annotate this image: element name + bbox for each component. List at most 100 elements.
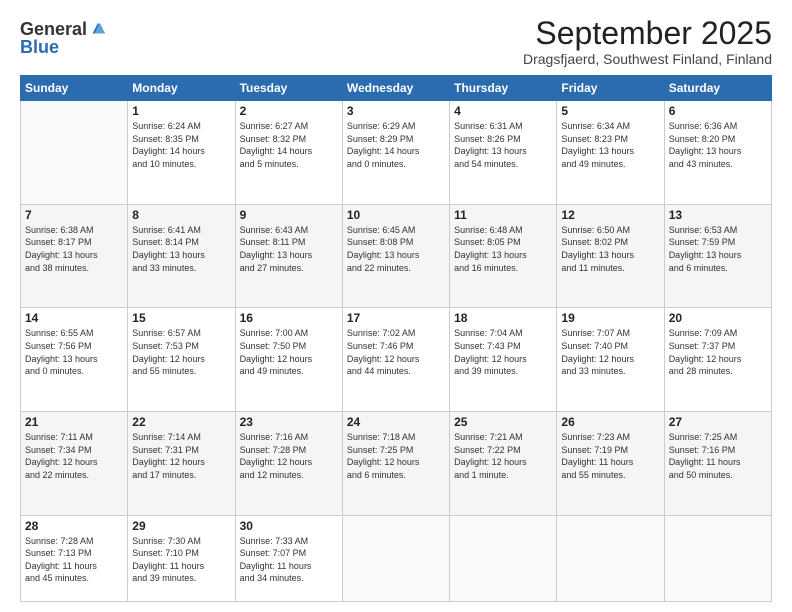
day-number: 3 [347, 104, 445, 118]
table-row [21, 101, 128, 205]
day-info: Sunrise: 7:00 AM Sunset: 7:50 PM Dayligh… [240, 327, 338, 377]
day-number: 29 [132, 519, 230, 533]
day-info: Sunrise: 6:43 AM Sunset: 8:11 PM Dayligh… [240, 224, 338, 274]
day-number: 25 [454, 415, 552, 429]
table-row: 23 Sunrise: 7:16 AM Sunset: 7:28 PM Dayli… [235, 411, 342, 515]
header-tuesday: Tuesday [235, 76, 342, 101]
day-number: 7 [25, 208, 123, 222]
table-row: 30Sunrise: 7:33 AM Sunset: 7:07 PM Dayli… [235, 515, 342, 601]
day-info: Sunrise: 6:57 AM Sunset: 7:53 PM Dayligh… [132, 327, 230, 377]
logo-general-text: General [20, 20, 87, 38]
day-info: Sunrise: 6:38 AM Sunset: 8:17 PM Dayligh… [25, 224, 123, 274]
day-info: Sunrise: 7:02 AM Sunset: 7:46 PM Dayligh… [347, 327, 445, 377]
table-row: 19 Sunrise: 7:07 AM Sunset: 7:40 PM Dayli… [557, 308, 664, 412]
logo-icon [89, 20, 107, 38]
table-row: 21 Sunrise: 7:11 AM Sunset: 7:34 PM Dayli… [21, 411, 128, 515]
day-number: 16 [240, 311, 338, 325]
location: Dragsfjaerd, Southwest Finland, Finland [523, 51, 772, 67]
table-row: 2 Sunrise: 6:27 AM Sunset: 8:32 PM Daylig… [235, 101, 342, 205]
day-number: 2 [240, 104, 338, 118]
table-row: 14Sunrise: 6:55 AM Sunset: 7:56 PM Dayli… [21, 308, 128, 412]
day-number: 5 [561, 104, 659, 118]
table-row: 26 Sunrise: 7:23 AM Sunset: 7:19 PM Dayli… [557, 411, 664, 515]
day-number: 9 [240, 208, 338, 222]
day-number: 17 [347, 311, 445, 325]
day-info: Sunrise: 6:27 AM Sunset: 8:32 PM Dayligh… [240, 120, 338, 170]
day-info: Sunrise: 7:11 AM Sunset: 7:34 PM Dayligh… [25, 431, 123, 481]
calendar-week-row: 21 Sunrise: 7:11 AM Sunset: 7:34 PM Dayli… [21, 411, 772, 515]
header-sunday: Sunday [21, 76, 128, 101]
day-info: Sunrise: 7:07 AM Sunset: 7:40 PM Dayligh… [561, 327, 659, 377]
day-number: 24 [347, 415, 445, 429]
table-row: 3 Sunrise: 6:29 AM Sunset: 8:29 PM Daylig… [342, 101, 449, 205]
table-row: 17 Sunrise: 7:02 AM Sunset: 7:46 PM Dayli… [342, 308, 449, 412]
day-info: Sunrise: 6:45 AM Sunset: 8:08 PM Dayligh… [347, 224, 445, 274]
day-info: Sunrise: 7:28 AM Sunset: 7:13 PM Dayligh… [25, 535, 123, 585]
day-info: Sunrise: 6:29 AM Sunset: 8:29 PM Dayligh… [347, 120, 445, 170]
table-row: 5Sunrise: 6:34 AM Sunset: 8:23 PM Daylig… [557, 101, 664, 205]
table-row: 18Sunrise: 7:04 AM Sunset: 7:43 PM Dayli… [450, 308, 557, 412]
calendar-week-row: 1 Sunrise: 6:24 AM Sunset: 8:35 PM Daylig… [21, 101, 772, 205]
day-number: 10 [347, 208, 445, 222]
table-row: 28 Sunrise: 7:28 AM Sunset: 7:13 PM Dayli… [21, 515, 128, 601]
header-saturday: Saturday [664, 76, 771, 101]
calendar-table: Sunday Monday Tuesday Wednesday Thursday… [20, 75, 772, 602]
day-info: Sunrise: 7:18 AM Sunset: 7:25 PM Dayligh… [347, 431, 445, 481]
day-number: 27 [669, 415, 767, 429]
day-number: 28 [25, 519, 123, 533]
day-info: Sunrise: 7:33 AM Sunset: 7:07 PM Dayligh… [240, 535, 338, 585]
header-wednesday: Wednesday [342, 76, 449, 101]
table-row: 4Sunrise: 6:31 AM Sunset: 8:26 PM Daylig… [450, 101, 557, 205]
table-row: 27 Sunrise: 7:25 AM Sunset: 7:16 PM Dayli… [664, 411, 771, 515]
day-number: 26 [561, 415, 659, 429]
day-info: Sunrise: 6:53 AM Sunset: 7:59 PM Dayligh… [669, 224, 767, 274]
day-number: 6 [669, 104, 767, 118]
day-number: 21 [25, 415, 123, 429]
day-number: 22 [132, 415, 230, 429]
day-number: 11 [454, 208, 552, 222]
calendar-week-row: 7 Sunrise: 6:38 AM Sunset: 8:17 PM Daylig… [21, 204, 772, 308]
day-info: Sunrise: 7:14 AM Sunset: 7:31 PM Dayligh… [132, 431, 230, 481]
table-row: 1 Sunrise: 6:24 AM Sunset: 8:35 PM Daylig… [128, 101, 235, 205]
logo: General Blue [20, 20, 107, 56]
header-friday: Friday [557, 76, 664, 101]
day-info: Sunrise: 7:25 AM Sunset: 7:16 PM Dayligh… [669, 431, 767, 481]
table-row: 11 Sunrise: 6:48 AM Sunset: 8:05 PM Dayli… [450, 204, 557, 308]
day-info: Sunrise: 6:50 AM Sunset: 8:02 PM Dayligh… [561, 224, 659, 274]
day-number: 1 [132, 104, 230, 118]
month-title: September 2025 [523, 16, 772, 51]
table-row: 8Sunrise: 6:41 AM Sunset: 8:14 PM Daylig… [128, 204, 235, 308]
table-row: 9 Sunrise: 6:43 AM Sunset: 8:11 PM Daylig… [235, 204, 342, 308]
table-row: 16 Sunrise: 7:00 AM Sunset: 7:50 PM Dayli… [235, 308, 342, 412]
day-info: Sunrise: 7:30 AM Sunset: 7:10 PM Dayligh… [132, 535, 230, 585]
header-thursday: Thursday [450, 76, 557, 101]
header: General Blue September 2025 Dragsfjaerd,… [20, 16, 772, 67]
calendar-week-row: 28 Sunrise: 7:28 AM Sunset: 7:13 PM Dayli… [21, 515, 772, 601]
table-row: 24 Sunrise: 7:18 AM Sunset: 7:25 PM Dayli… [342, 411, 449, 515]
page: General Blue September 2025 Dragsfjaerd,… [0, 0, 792, 612]
day-info: Sunrise: 7:16 AM Sunset: 7:28 PM Dayligh… [240, 431, 338, 481]
day-number: 19 [561, 311, 659, 325]
table-row [557, 515, 664, 601]
day-info: Sunrise: 7:21 AM Sunset: 7:22 PM Dayligh… [454, 431, 552, 481]
day-number: 4 [454, 104, 552, 118]
day-number: 12 [561, 208, 659, 222]
day-number: 18 [454, 311, 552, 325]
table-row [342, 515, 449, 601]
day-info: Sunrise: 6:24 AM Sunset: 8:35 PM Dayligh… [132, 120, 230, 170]
table-row: 22 Sunrise: 7:14 AM Sunset: 7:31 PM Dayli… [128, 411, 235, 515]
day-number: 23 [240, 415, 338, 429]
table-row [450, 515, 557, 601]
day-number: 15 [132, 311, 230, 325]
day-info: Sunrise: 7:09 AM Sunset: 7:37 PM Dayligh… [669, 327, 767, 377]
day-info: Sunrise: 6:41 AM Sunset: 8:14 PM Dayligh… [132, 224, 230, 274]
day-info: Sunrise: 7:23 AM Sunset: 7:19 PM Dayligh… [561, 431, 659, 481]
table-row: 6Sunrise: 6:36 AM Sunset: 8:20 PM Daylig… [664, 101, 771, 205]
day-info: Sunrise: 6:48 AM Sunset: 8:05 PM Dayligh… [454, 224, 552, 274]
table-row: 25 Sunrise: 7:21 AM Sunset: 7:22 PM Dayli… [450, 411, 557, 515]
day-number: 13 [669, 208, 767, 222]
header-monday: Monday [128, 76, 235, 101]
day-info: Sunrise: 6:55 AM Sunset: 7:56 PM Dayligh… [25, 327, 123, 377]
table-row: 15 Sunrise: 6:57 AM Sunset: 7:53 PM Dayli… [128, 308, 235, 412]
title-section: September 2025 Dragsfjaerd, Southwest Fi… [523, 16, 772, 67]
